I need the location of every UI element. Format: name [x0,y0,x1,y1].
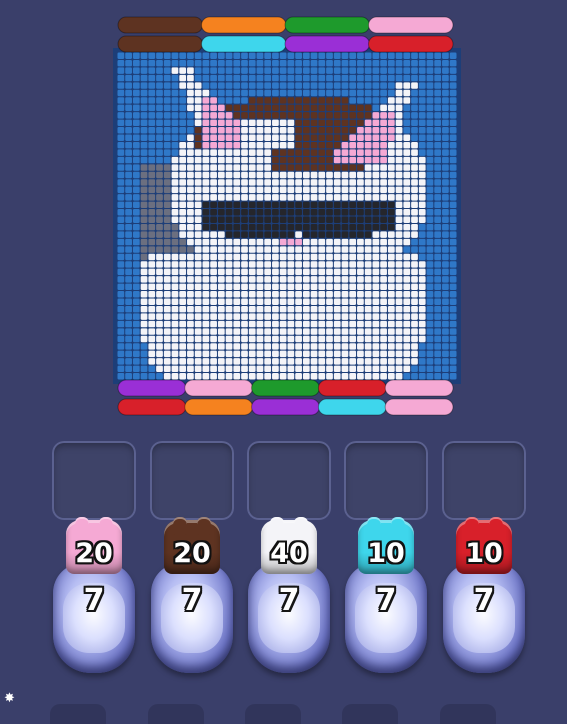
rope-segment[interactable] [251,379,320,397]
empty-slot[interactable] [247,441,331,520]
spool-ear [489,517,503,535]
empty-slot[interactable] [52,441,136,520]
spool-cyan[interactable]: 10 [353,517,419,576]
rope-segment[interactable] [184,379,254,397]
rope-segment[interactable] [284,35,370,53]
rope-segment[interactable] [317,398,387,416]
rope-segment[interactable] [368,16,454,34]
rope-segment[interactable] [284,16,370,34]
thread-count: 10 [465,538,503,569]
rope-segment[interactable] [117,379,187,397]
rope-segment[interactable] [184,398,254,416]
spool-ear [75,517,89,535]
thread-count: 20 [173,538,211,569]
next-pod-peek [148,704,204,724]
spool-pod[interactable]: 7 [443,563,525,673]
bottom-rope-coil[interactable] [117,379,454,416]
spool-pod[interactable]: 7 [248,563,330,673]
spool-pod[interactable]: 7 [345,563,427,673]
rope-segment[interactable] [117,35,203,53]
next-pod-peek [342,704,398,724]
spool-brown[interactable]: 20 [159,517,225,576]
spool-ear [173,517,187,535]
thread-count: 40 [270,538,308,569]
rope-segment[interactable] [201,35,287,53]
spool-ear [367,517,381,535]
empty-slot[interactable] [150,441,234,520]
spool-ear [99,517,113,535]
pod-count: 7 [473,583,495,618]
top-rope-coil[interactable] [117,16,454,53]
spool-ear [270,517,284,535]
rope-segment[interactable] [117,16,203,34]
spool-ear [465,517,479,535]
spool-pod[interactable]: 7 [151,563,233,673]
thread-count: 20 [75,538,113,569]
spool-pink[interactable]: 20 [61,517,127,576]
spool-pod[interactable]: 7 [53,563,135,673]
spool-ear [197,517,211,535]
rope-segment[interactable] [317,379,387,397]
spool-ear [391,517,405,535]
rope-segment[interactable] [251,398,320,416]
spool-white[interactable]: 40 [256,517,322,576]
next-pod-peek [440,704,496,724]
spool-red[interactable]: 10 [451,517,517,576]
empty-slot[interactable] [344,441,428,520]
rope-segment[interactable] [384,398,454,416]
rope-segment[interactable] [117,398,187,416]
pod-count: 7 [375,583,397,618]
spool-ear [294,517,308,535]
pod-count: 7 [181,583,203,618]
thread-count: 10 [367,538,405,569]
game-stage: 7 20 7 20 7 40 7 10 7 10 ✸ [0,0,567,724]
gear-icon[interactable]: ✸ [4,692,18,706]
empty-slot[interactable] [442,441,526,520]
pod-count: 7 [83,583,105,618]
rope-segment[interactable] [201,16,287,34]
rope-segment[interactable] [384,379,454,397]
pixel-art-board[interactable] [0,0,567,440]
pod-count: 7 [278,583,300,618]
rope-segment[interactable] [368,35,454,53]
next-pod-peek [245,704,301,724]
next-pod-peek [50,704,106,724]
